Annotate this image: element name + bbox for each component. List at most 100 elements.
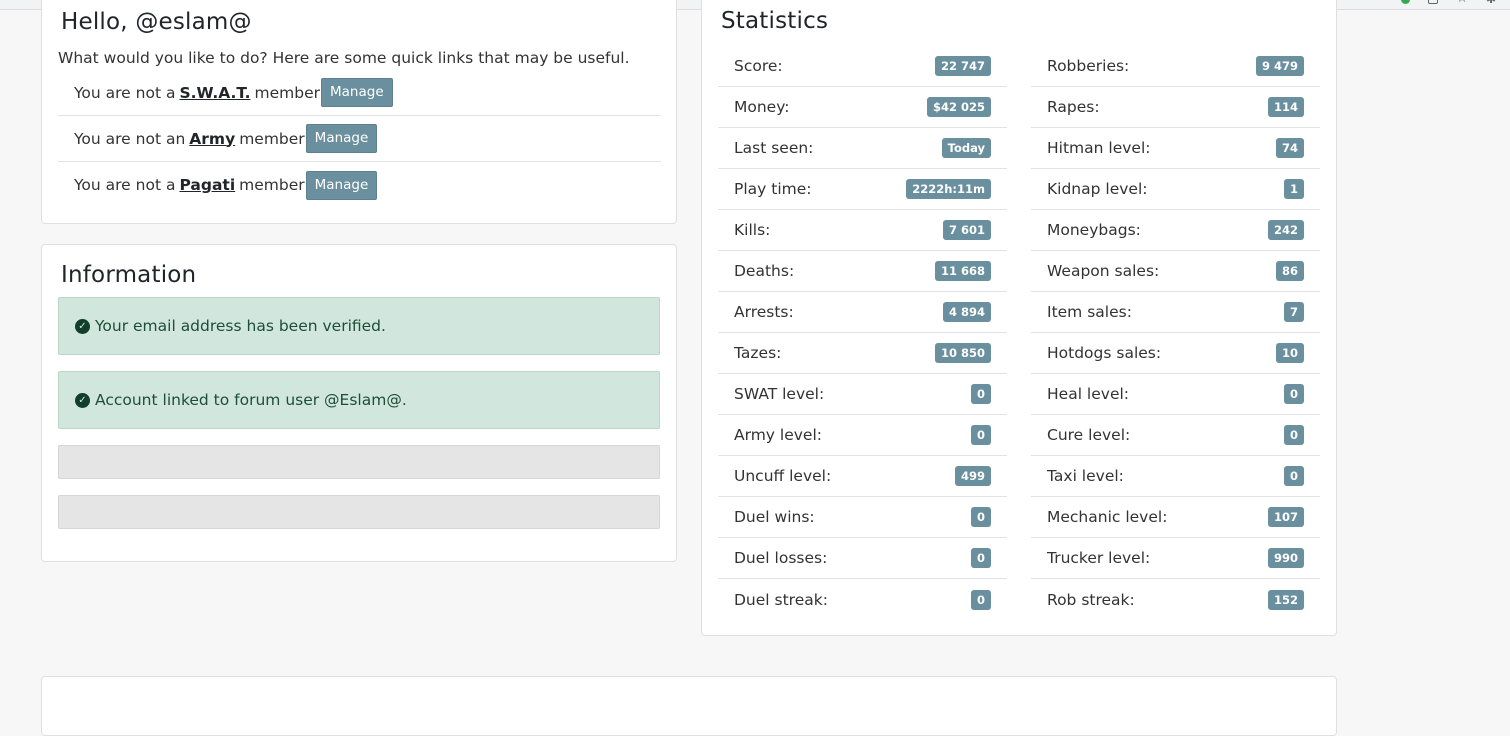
stat-row: Moneybags: 242 bbox=[1031, 210, 1320, 251]
stat-value-badge: 4 894 bbox=[942, 302, 991, 322]
stat-value-badge: 10 850 bbox=[934, 343, 991, 363]
statistics-title: Statistics bbox=[721, 8, 829, 34]
bookmark-star-icon[interactable]: ☆ bbox=[1456, 0, 1468, 5]
stat-row: Duel wins: 0 bbox=[718, 497, 1007, 538]
stat-value-badge: 0 bbox=[1283, 466, 1304, 486]
stat-row: Kidnap level: 1 bbox=[1031, 169, 1320, 210]
stat-row: SWAT level: 0 bbox=[718, 374, 1007, 415]
stat-row: Rapes: 114 bbox=[1031, 87, 1320, 128]
stat-row: Play time: 2222h:11m bbox=[718, 169, 1007, 210]
stat-value-badge: $42 025 bbox=[926, 97, 991, 117]
membership-row-swat: You are not a S.W.A.T. member Manage bbox=[58, 70, 661, 116]
stat-label: Cure level: bbox=[1047, 426, 1131, 444]
membership-prefix: You are not a bbox=[74, 176, 176, 194]
check-circle-icon: ✓ bbox=[75, 318, 90, 334]
stat-row: Duel losses: 0 bbox=[718, 538, 1007, 579]
stat-row: Robberies: 9 479 bbox=[1031, 46, 1320, 87]
stat-value-badge: 74 bbox=[1275, 138, 1304, 158]
stat-value-badge: 22 747 bbox=[934, 56, 991, 76]
stat-value-badge: 152 bbox=[1267, 589, 1304, 610]
group-link-army[interactable]: Army bbox=[189, 130, 235, 148]
stat-value-badge: 11 668 bbox=[934, 261, 991, 281]
stat-label: Heal level: bbox=[1047, 385, 1130, 403]
manage-army-button[interactable]: Manage bbox=[305, 124, 378, 153]
stat-row: Duel streak: 0 bbox=[718, 579, 1007, 620]
stat-value-badge: 0 bbox=[970, 589, 991, 610]
stat-label: Robberies: bbox=[1047, 57, 1130, 75]
stat-label: Mechanic level: bbox=[1047, 508, 1168, 526]
information-title: Information bbox=[61, 262, 197, 288]
stat-label: Tazes: bbox=[734, 344, 782, 362]
stat-row: Hotdogs sales: 10 bbox=[1031, 333, 1320, 374]
stat-row: Uncuff level: 499 bbox=[718, 456, 1007, 497]
check-circle-icon: ✓ bbox=[75, 392, 90, 408]
stat-value-badge: 0 bbox=[970, 507, 991, 527]
stat-label: Army level: bbox=[734, 426, 822, 444]
stat-label: Duel wins: bbox=[734, 508, 815, 526]
group-link-pagati[interactable]: Pagati bbox=[179, 176, 235, 194]
stat-row: Taxi level: 0 bbox=[1031, 456, 1320, 497]
stat-value-badge: 7 bbox=[1283, 302, 1304, 322]
stat-row: Rob streak: 152 bbox=[1031, 579, 1320, 620]
stat-label: Score: bbox=[734, 57, 783, 75]
statistics-left-column: Score: 22 747 Money: $42 025 Last seen: Today… bbox=[718, 46, 1007, 620]
manage-pagati-button[interactable]: Manage bbox=[305, 170, 378, 200]
stat-label: Hitman level: bbox=[1047, 139, 1151, 157]
stat-row: Item sales: 7 bbox=[1031, 292, 1320, 333]
stat-value-badge: 86 bbox=[1275, 261, 1304, 281]
stat-row: Hitman level: 74 bbox=[1031, 128, 1320, 169]
stat-label: Arrests: bbox=[734, 303, 794, 321]
extensions-icon[interactable]: ✱ bbox=[1486, 0, 1496, 5]
stat-value-badge: 114 bbox=[1267, 97, 1304, 117]
manage-swat-button[interactable]: Manage bbox=[321, 78, 393, 107]
stat-label: Weapon sales: bbox=[1047, 262, 1160, 280]
tab-icon[interactable] bbox=[1428, 0, 1439, 4]
stat-value-badge: 107 bbox=[1267, 507, 1304, 527]
stat-row: Weapon sales: 86 bbox=[1031, 251, 1320, 292]
information-card: Information ✓ Your email address has bee… bbox=[41, 244, 677, 562]
stat-value-badge: 0 bbox=[1283, 384, 1304, 404]
stat-row: Deaths: 11 668 bbox=[718, 251, 1007, 292]
stat-label: SWAT level: bbox=[734, 385, 825, 403]
stat-value-badge: 2222h:11m bbox=[906, 179, 991, 199]
stat-value-badge: 9 479 bbox=[1255, 56, 1304, 76]
alert-text: Your email address has been verified. bbox=[95, 317, 386, 335]
membership-suffix: member bbox=[239, 176, 305, 194]
stat-label: Uncuff level: bbox=[734, 467, 832, 485]
membership-suffix: member bbox=[239, 129, 305, 148]
stat-label: Deaths: bbox=[734, 262, 795, 280]
stat-value-badge: 499 bbox=[954, 466, 991, 486]
stat-value-badge: 1 bbox=[1283, 179, 1304, 199]
membership-prefix: You are not a bbox=[74, 83, 176, 102]
stat-label: Duel streak: bbox=[734, 590, 828, 609]
stat-row: Tazes: 10 850 bbox=[718, 333, 1007, 374]
statistics-right-column: Robberies: 9 479 Rapes: 114 Hitman level: 74 K… bbox=[1031, 46, 1320, 620]
empty-alert-placeholder bbox=[58, 445, 660, 479]
stat-label: Item sales: bbox=[1047, 303, 1132, 321]
stat-label: Rob streak: bbox=[1047, 590, 1135, 609]
group-link-swat[interactable]: S.W.A.T. bbox=[179, 84, 250, 102]
stat-row: Mechanic level: 107 bbox=[1031, 497, 1320, 538]
stat-label: Money: bbox=[734, 98, 790, 116]
stat-value-badge: 242 bbox=[1267, 220, 1304, 240]
stat-value-badge: 0 bbox=[1283, 425, 1304, 445]
stat-value-badge: 990 bbox=[1267, 548, 1304, 568]
stat-row: Army level: 0 bbox=[718, 415, 1007, 456]
membership-row-pagati: You are not a Pagati member Manage bbox=[58, 162, 661, 208]
statistics-card: Statistics Score: 22 747 Money: $42 025 Last… bbox=[701, 0, 1337, 636]
sync-status-icon[interactable] bbox=[1401, 0, 1411, 4]
greeting-intro: What would you like to do? Here are some… bbox=[58, 49, 630, 67]
stat-row: Heal level: 0 bbox=[1031, 374, 1320, 415]
browser-toolbar-icons: ☆ ✱ bbox=[1401, 0, 1496, 5]
membership-suffix: member bbox=[254, 83, 320, 102]
stat-label: Kills: bbox=[734, 221, 771, 239]
stat-row: Arrests: 4 894 bbox=[718, 292, 1007, 333]
stat-value-badge: 7 601 bbox=[942, 220, 991, 240]
stat-label: Duel losses: bbox=[734, 549, 828, 567]
stat-row: Money: $42 025 bbox=[718, 87, 1007, 128]
membership-row-army: You are not an Army member Manage bbox=[58, 116, 661, 162]
membership-prefix: You are not an bbox=[74, 129, 186, 148]
stat-label: Moneybags: bbox=[1047, 221, 1141, 239]
stat-label: Taxi level: bbox=[1047, 467, 1124, 485]
stat-row: Cure level: 0 bbox=[1031, 415, 1320, 456]
